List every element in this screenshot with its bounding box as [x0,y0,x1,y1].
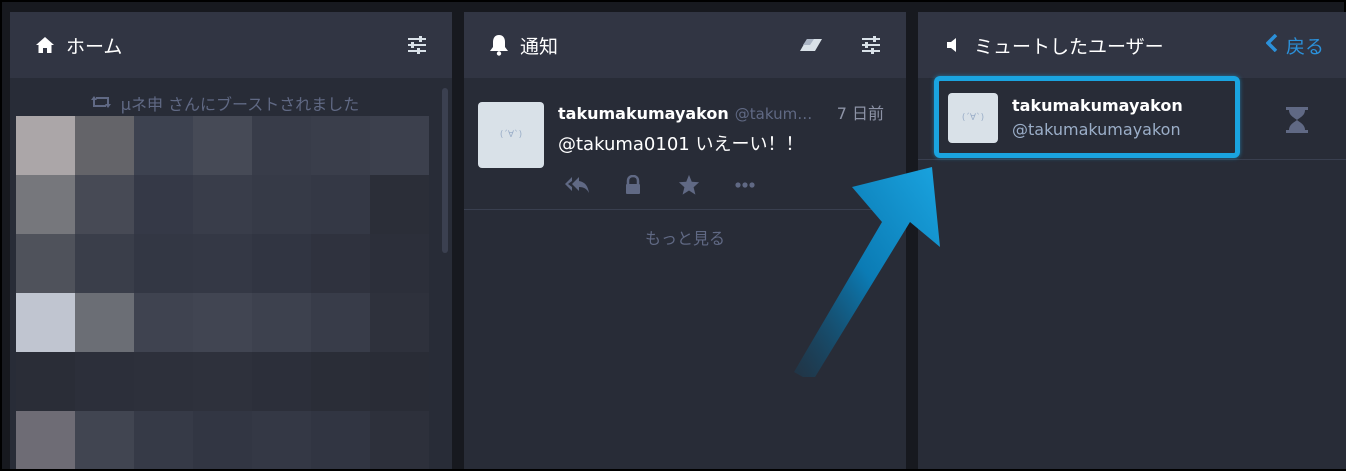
reply-all-icon[interactable] [564,172,590,198]
status-timestamp[interactable]: 7 日前 [837,100,884,124]
back-button[interactable]: 戻る [1265,32,1324,59]
home-icon [34,34,56,56]
notifications-column-title: 通知 [520,35,559,58]
status-display-name[interactable]: takumakumayakon [558,104,729,123]
back-button-label: 戻る [1285,35,1324,58]
annotation-arrow [794,167,940,377]
blurred-media-mosaic [16,116,430,469]
home-column: ホーム μネ申 さんにブーストされました [10,12,452,469]
eraser-icon[interactable] [798,32,824,58]
boost-indicator: μネ申 さんにブーストされました [10,88,440,118]
home-column-header[interactable]: ホーム [10,12,452,78]
status-account[interactable]: @takum… [735,105,835,123]
status-action-bar [564,172,758,198]
notifications-column-header[interactable]: 通知 [464,12,906,78]
muted-users-column-title: ミュートしたユーザー [974,35,1164,58]
home-scrollbar[interactable] [442,88,448,253]
filter-sliders-icon[interactable] [858,32,884,58]
retweet-icon [90,94,111,113]
ellipsis-icon[interactable] [732,172,758,198]
bell-icon [488,34,510,56]
lock-icon[interactable] [620,172,646,198]
filter-sliders-icon[interactable] [404,32,430,58]
muted-users-column-header: ミュートしたユーザー 戻る [918,12,1346,78]
chevron-left-icon [1265,33,1278,57]
star-icon[interactable] [676,172,702,198]
status-content: @takuma0101 いえーい！！ [558,134,804,155]
home-column-title: ホーム [66,35,123,58]
avatar[interactable]: (´∀`) [478,102,544,168]
highlight-box [934,76,1240,158]
volume-off-icon [942,34,964,56]
hourglass-icon[interactable] [1284,106,1310,134]
boost-text: μネ申 さんにブーストされました [120,95,360,114]
